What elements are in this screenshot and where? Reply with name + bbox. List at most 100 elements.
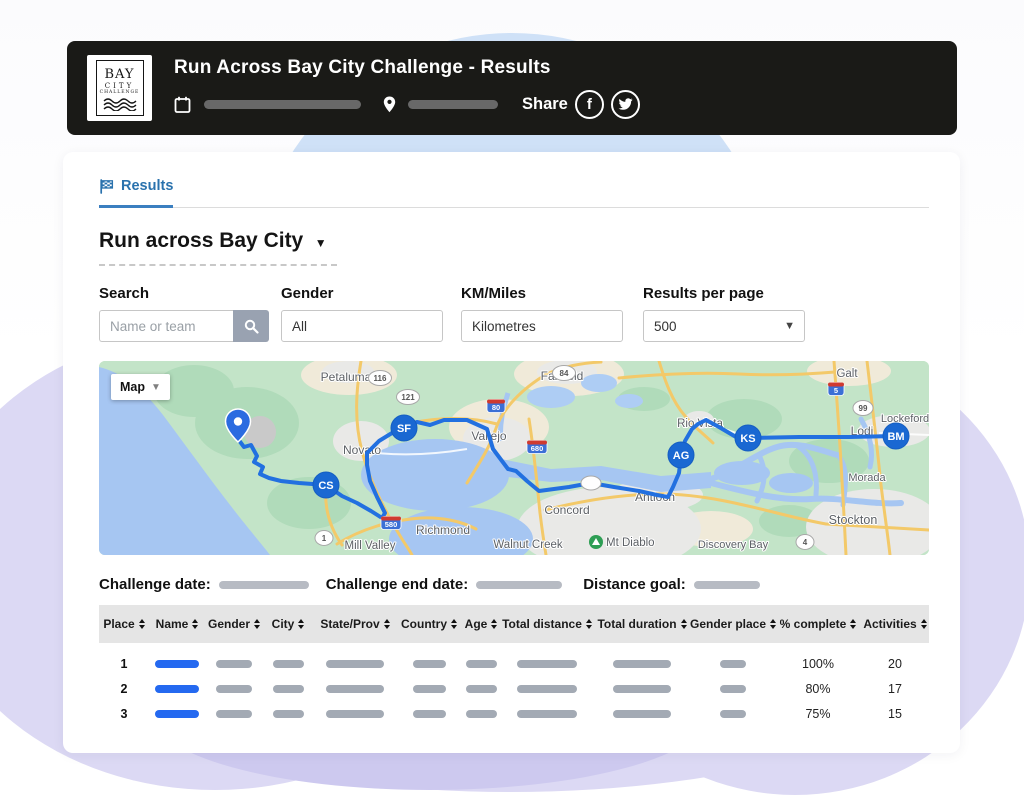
calendar-icon [174, 96, 191, 113]
sort-icon[interactable] [585, 619, 592, 629]
location-placeholder-bar [408, 100, 498, 109]
col-gender: Gender [207, 617, 250, 631]
cell-age-bar [465, 659, 497, 668]
cell-duration-bar [613, 659, 671, 668]
results-table: Place Name Gender City State/Prov Countr… [99, 605, 929, 726]
challenge-title-dropdown[interactable]: Run across Bay City ▼ [99, 229, 337, 266]
cell-state-bar [326, 709, 384, 718]
date-placeholder-bar [204, 100, 361, 109]
col-age: Age [464, 617, 488, 631]
col-percent-complete: % complete [779, 617, 847, 631]
cell-age-bar [465, 709, 497, 718]
cell-gender-bar [216, 684, 252, 693]
page: BAY CITY CHALLENGE Run Across Bay City C… [0, 0, 1024, 801]
per-page-value: 500 [654, 318, 677, 334]
map-marker-sf[interactable]: SF [390, 414, 418, 442]
map-marker-ag[interactable]: AG [667, 441, 695, 469]
cell-duration-bar [613, 709, 671, 718]
sort-icon[interactable] [298, 619, 305, 629]
svg-text:Walnut Creek: Walnut Creek [493, 539, 562, 551]
cell-city-bar [272, 684, 304, 693]
cell-activities: 17 [888, 681, 902, 696]
header-bar: BAY CITY CHALLENGE Run Across Bay City C… [67, 41, 957, 135]
sort-icon[interactable] [920, 619, 927, 629]
cell-state-bar [326, 684, 384, 693]
route-map[interactable]: Petaluma Novato Mill Valley Richmond Val… [99, 361, 929, 555]
sort-icon[interactable] [680, 619, 687, 629]
cell-name-bar [155, 684, 199, 693]
sort-icon[interactable] [383, 619, 390, 629]
tab-results[interactable]: Results [99, 178, 174, 208]
tab-results-label: Results [121, 178, 174, 194]
cell-country-bar [412, 684, 446, 693]
twitter-icon[interactable] [610, 90, 640, 119]
per-page-label: Results per page [643, 285, 764, 302]
sort-icon[interactable] [491, 619, 498, 629]
logo-line-2: CITY [104, 81, 135, 90]
cell-gender-place-bar [720, 659, 746, 668]
svg-text:116: 116 [374, 374, 387, 383]
svg-text:Richmond: Richmond [416, 523, 470, 537]
map-type-button[interactable]: Map ▼ [111, 374, 170, 400]
cell-percent-complete: 75% [805, 706, 831, 721]
facebook-icon[interactable]: f [574, 90, 604, 119]
svg-text:CS: CS [318, 480, 333, 492]
challenge-date-placeholder [218, 580, 309, 589]
challenge-date-label: Challenge date: [99, 576, 211, 593]
svg-text:SF: SF [397, 423, 411, 435]
units-field[interactable] [461, 310, 623, 342]
gender-label: Gender [281, 285, 334, 302]
cell-country-bar [412, 659, 446, 668]
search-icon [244, 319, 259, 334]
sort-icon[interactable] [850, 619, 857, 629]
sort-icon[interactable] [192, 619, 199, 629]
table-header-row: Place Name Gender City State/Prov Countr… [99, 605, 929, 643]
col-country: Country [401, 617, 447, 631]
svg-text:80: 80 [492, 403, 500, 412]
search-filter: Search [99, 285, 269, 342]
per-page-filter: Results per page 500 ▼ [643, 285, 805, 342]
cell-gender-place-bar [720, 709, 746, 718]
svg-text:Petaluma: Petaluma [321, 370, 372, 384]
route-shield-blank [580, 475, 602, 491]
units-filter: KM/Miles [461, 285, 623, 342]
results-card: Results Run across Bay City ▼ Search Nam… [63, 152, 960, 753]
cell-gender-bar [216, 659, 252, 668]
col-city: City [271, 617, 295, 631]
svg-text:Mt Diablo: Mt Diablo [606, 537, 655, 549]
sort-icon[interactable] [451, 619, 457, 629]
chevron-down-icon: ▼ [151, 381, 161, 393]
sort-icon[interactable] [138, 619, 145, 629]
map-marker-bm[interactable]: BM [882, 422, 910, 450]
bay-city-logo: BAY CITY CHALLENGE [87, 55, 152, 121]
svg-text:4: 4 [803, 538, 808, 547]
svg-text:Morada: Morada [848, 472, 886, 484]
map-canvas[interactable]: Petaluma Novato Mill Valley Richmond Val… [99, 361, 929, 555]
gender-filter: Gender [281, 285, 443, 342]
svg-text:Concord: Concord [544, 503, 589, 517]
units-label: KM/Miles [461, 285, 527, 302]
table-row: 2 80% 17 [99, 676, 929, 701]
checkered-flag-icon [100, 178, 114, 194]
map-marker-ks[interactable]: KS [734, 424, 762, 452]
col-gender-place: Gender place [689, 617, 767, 631]
cell-percent-complete: 100% [802, 656, 834, 671]
gender-field[interactable] [281, 310, 443, 342]
distance-goal-label: Distance goal: [583, 576, 686, 593]
map-marker-cs[interactable]: CS [312, 471, 340, 499]
col-activities: Activities [863, 617, 917, 631]
col-total-duration: Total duration [597, 617, 677, 631]
svg-text:84: 84 [560, 369, 569, 378]
map-type-label: Map [120, 380, 145, 394]
svg-text:680: 680 [531, 444, 544, 453]
svg-text:5: 5 [834, 386, 838, 395]
search-button[interactable] [233, 310, 269, 342]
cell-age-bar [465, 684, 497, 693]
sort-icon[interactable] [254, 619, 260, 629]
cell-place: 2 [120, 681, 128, 696]
cell-distance-bar [517, 684, 577, 693]
search-input[interactable] [99, 310, 233, 342]
per-page-select[interactable]: 500 ▼ [643, 310, 805, 342]
cell-place: 3 [120, 706, 128, 721]
svg-text:KS: KS [740, 433, 755, 445]
